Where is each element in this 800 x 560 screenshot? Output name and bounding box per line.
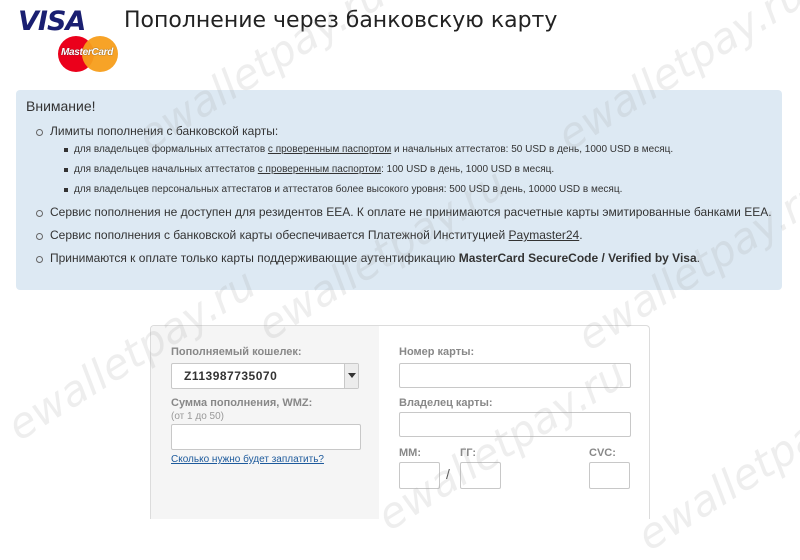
expiry-year-input[interactable] bbox=[460, 462, 501, 489]
watermark: ewalletpay.ru bbox=[628, 368, 800, 560]
card-holder-input[interactable] bbox=[399, 412, 631, 437]
payment-form: Пополняемый кошелек: Z113987735070 Сумма… bbox=[150, 325, 650, 519]
amount-input[interactable] bbox=[171, 424, 361, 450]
list-item: для владельцев формальных аттестатов с п… bbox=[64, 143, 772, 157]
card-holder-label: Владелец карты: bbox=[399, 397, 493, 409]
card-number-label: Номер карты: bbox=[399, 346, 475, 358]
notice-title: Внимание! bbox=[26, 98, 96, 114]
list-item: для владельцев персональных аттестатов и… bbox=[64, 183, 772, 197]
limits-list: для владельцев формальных аттестатов с п… bbox=[50, 143, 772, 197]
wallet-select[interactable]: Z113987735070 bbox=[171, 363, 359, 389]
list-item: для владельцев начальных аттестатов с пр… bbox=[64, 163, 772, 177]
wallet-label: Пополняемый кошелек: bbox=[171, 346, 302, 358]
expiry-separator: / bbox=[446, 466, 450, 482]
notice-list: Лимиты пополнения с банковской карты: дл… bbox=[26, 124, 772, 266]
list-item: Сервис пополнения не доступен для резиде… bbox=[34, 205, 772, 220]
mm-label: ММ: bbox=[399, 447, 421, 459]
yy-label: ГГ: bbox=[460, 447, 476, 459]
amount-hint: (от 1 до 50) bbox=[171, 411, 224, 422]
how-much-to-pay-link[interactable]: Сколько нужно будет заплатить? bbox=[171, 454, 324, 465]
list-item: Сервис пополнения с банковской карты обе… bbox=[34, 228, 772, 243]
list-item: Лимиты пополнения с банковской карты: дл… bbox=[34, 124, 772, 197]
card-number-input[interactable] bbox=[399, 363, 631, 388]
amount-label: Сумма пополнения, WMZ: bbox=[171, 397, 313, 409]
verified-passport-link[interactable]: с проверенным паспортом bbox=[268, 144, 391, 155]
chevron-down-icon[interactable] bbox=[344, 364, 358, 388]
notice-box: Внимание! Лимиты пополнения с банковской… bbox=[16, 90, 782, 290]
visa-logo: VISA bbox=[18, 6, 86, 37]
verified-passport-link[interactable]: с проверенным паспортом bbox=[258, 164, 381, 175]
mastercard-logo: MasterCard bbox=[58, 36, 120, 72]
paymaster24-link[interactable]: Paymaster24 bbox=[509, 228, 580, 242]
cvc-input[interactable] bbox=[589, 462, 630, 489]
page-title: Пополнение через банковскую карту bbox=[124, 8, 558, 33]
list-item: Принимаются к оплате только карты поддер… bbox=[34, 251, 772, 266]
cvc-label: CVC: bbox=[589, 447, 616, 459]
expiry-month-input[interactable] bbox=[399, 462, 440, 489]
visa-mastercard-logo: VISA MasterCard bbox=[18, 6, 118, 72]
